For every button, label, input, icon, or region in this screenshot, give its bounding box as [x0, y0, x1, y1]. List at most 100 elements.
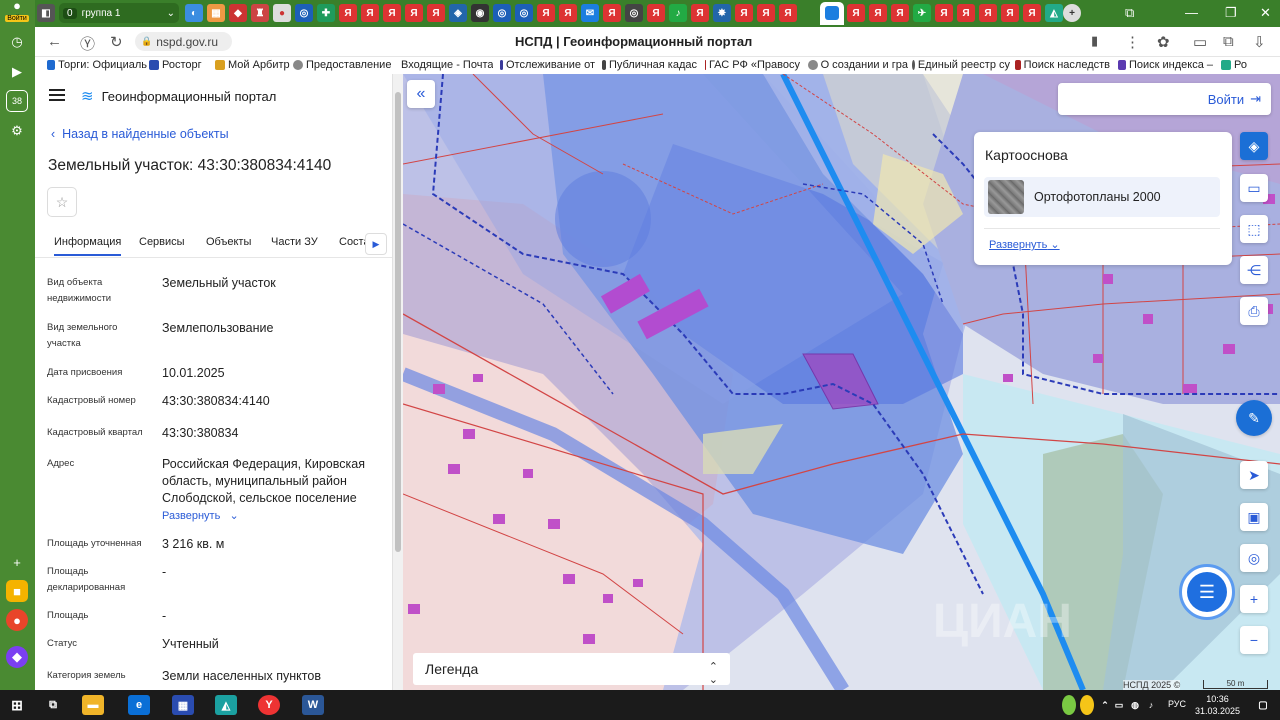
- yandex-icon[interactable]: Ⓨ: [80, 33, 95, 54]
- basemap-expand-link[interactable]: Развернуть ⌄: [989, 238, 1060, 251]
- map-view[interactable]: ЦИАН « Войти ⇥ Картооснова Ортофотопланы…: [403, 74, 1280, 690]
- app-icon-maps[interactable]: ◭: [215, 695, 237, 715]
- tab-icon-22[interactable]: Я: [647, 4, 665, 22]
- scrollbar-thumb[interactable]: [395, 92, 401, 552]
- start-icon[interactable]: ⊞: [6, 695, 28, 715]
- explorer-icon[interactable]: ▬: [82, 695, 104, 715]
- download-icon[interactable]: ⇩: [1253, 33, 1266, 51]
- bookmark-item[interactable]: Росторг: [149, 59, 221, 71]
- tab-icon-29[interactable]: Я: [847, 4, 865, 22]
- app-icon-2[interactable]: ●: [6, 609, 28, 631]
- tab-icon-18[interactable]: Я: [559, 4, 577, 22]
- tab-icon-24[interactable]: Я: [691, 4, 709, 22]
- tab-icon-23[interactable]: ♪: [669, 4, 687, 22]
- panel-scrollbar[interactable]: [392, 74, 403, 690]
- app-icon-1[interactable]: ■: [6, 580, 28, 602]
- tab-icon-26[interactable]: Я: [735, 4, 753, 22]
- tab-icon-37[interactable]: Я: [1023, 4, 1041, 22]
- portal-logo[interactable]: ≋ Геоинформационный портал: [81, 87, 276, 105]
- ruler-icon[interactable]: ▭: [1240, 174, 1268, 202]
- tab-icon-35[interactable]: Я: [979, 4, 997, 22]
- extension-icon-3[interactable]: ⧉: [1223, 33, 1234, 50]
- tab-icon-25[interactable]: ✸: [713, 4, 731, 22]
- tabs-menu-icon[interactable]: ⧉: [1125, 5, 1134, 21]
- bookmark-item[interactable]: Отслеживание от: [500, 59, 595, 71]
- url-field[interactable]: 🔒 nspd.gov.ru: [135, 32, 232, 51]
- tab-icon-5[interactable]: ●: [273, 4, 291, 22]
- zoom-in-button[interactable]: +: [1240, 585, 1268, 613]
- tab-icon-4[interactable]: ♜: [251, 4, 269, 22]
- more-icon[interactable]: ⋮: [1125, 33, 1140, 51]
- reload-icon[interactable]: ↻: [110, 33, 123, 51]
- bookmark-icon[interactable]: ▮: [1091, 33, 1098, 49]
- locate-icon[interactable]: ➤: [1240, 461, 1268, 489]
- maximize-icon[interactable]: ❐: [1225, 5, 1237, 21]
- bookmark-item[interactable]: Поиск индекса –: [1118, 59, 1213, 71]
- bookmark-item[interactable]: Предоставление: [293, 59, 393, 71]
- tab-icon-2[interactable]: ▦: [207, 4, 225, 22]
- layers-icon[interactable]: ◈: [1240, 132, 1268, 160]
- menu-icon[interactable]: [49, 86, 65, 104]
- favorite-star-icon[interactable]: ☆: [47, 187, 77, 217]
- history-icon[interactable]: ◷: [6, 31, 28, 53]
- video-icon[interactable]: ▶: [6, 61, 28, 83]
- app-icon-calc[interactable]: ▦: [172, 695, 194, 715]
- legend-toggle[interactable]: Легенда ⌃ ⌄: [413, 653, 730, 686]
- bookmark-item[interactable]: О создании и гра: [808, 59, 908, 71]
- tab-icon-21[interactable]: ◎: [625, 4, 643, 22]
- tab-icon-32[interactable]: ✈: [913, 4, 931, 22]
- minimize-icon[interactable]: —: [1185, 5, 1198, 20]
- tab-icon-30[interactable]: Я: [869, 4, 887, 22]
- tab-icon-12[interactable]: Я: [427, 4, 445, 22]
- network-icon[interactable]: ▭: [1112, 695, 1126, 715]
- tray-icon-2[interactable]: [1080, 695, 1094, 715]
- basemap-option[interactable]: Ортофотопланы 2000: [984, 177, 1220, 217]
- collapse-panel-button[interactable]: «: [407, 80, 435, 108]
- extension-icon-1[interactable]: ✿: [1157, 33, 1170, 51]
- yandex-browser-icon[interactable]: Y: [258, 695, 280, 715]
- tab-icon-3[interactable]: ◆: [229, 4, 247, 22]
- tab-icon-27[interactable]: Я: [757, 4, 775, 22]
- assistant-icon[interactable]: ✎: [1236, 400, 1272, 436]
- back-link[interactable]: ‹ Назад в найденные объекты: [51, 127, 229, 141]
- settings-icon[interactable]: ⚙: [6, 120, 28, 142]
- chat-button[interactable]: ☰: [1179, 564, 1235, 620]
- tab-icon-8[interactable]: Я: [339, 4, 357, 22]
- bookmark-item[interactable]: ГАС РФ «Правосу: [705, 59, 800, 71]
- tab-icon-33[interactable]: Я: [935, 4, 953, 22]
- share-icon[interactable]: ⋲: [1240, 256, 1268, 284]
- tab-icon-19[interactable]: ✉: [581, 4, 599, 22]
- tab-icon-20[interactable]: Я: [603, 4, 621, 22]
- print-icon[interactable]: ⎙: [1240, 297, 1268, 325]
- bookmark-item[interactable]: Единый реестр су: [912, 59, 1010, 71]
- tab-objects[interactable]: Объекты: [206, 236, 251, 248]
- tab-icon-36[interactable]: Я: [1001, 4, 1019, 22]
- tab-icon-14[interactable]: ◉: [471, 4, 489, 22]
- alice-icon[interactable]: ◆: [6, 646, 28, 668]
- tab-icon-13[interactable]: ◈: [449, 4, 467, 22]
- tab-icon-31[interactable]: Я: [891, 4, 909, 22]
- minimap-icon[interactable]: ▣: [1240, 503, 1268, 531]
- clock[interactable]: 10:36 31.03.2025: [1195, 693, 1240, 717]
- word-icon[interactable]: W: [302, 695, 324, 715]
- bookmark-item[interactable]: Мой Арбитр: [215, 59, 293, 71]
- chevron-up-icon[interactable]: ⌃: [1098, 695, 1112, 715]
- tab-icon-9[interactable]: Я: [361, 4, 379, 22]
- tab-icon-0[interactable]: ◧: [37, 4, 55, 22]
- active-tab[interactable]: [820, 2, 844, 25]
- tab-parts[interactable]: Части ЗУ: [271, 236, 318, 248]
- tab-icon-7[interactable]: ✚: [317, 4, 335, 22]
- extension-icon-2[interactable]: ▭: [1193, 33, 1207, 51]
- tab-icon-28[interactable]: Я: [779, 4, 797, 22]
- tab-services[interactable]: Сервисы: [139, 236, 185, 248]
- tab-icon-1[interactable]: ◐: [185, 4, 203, 22]
- tab-icon-34[interactable]: Я: [957, 4, 975, 22]
- profile-login[interactable]: ● Войти: [2, 0, 32, 24]
- tab-icon-38[interactable]: ◭: [1045, 4, 1063, 22]
- notifications-icon[interactable]: ▢: [1256, 695, 1270, 715]
- tab-icon-15[interactable]: ◎: [493, 4, 511, 22]
- tab-information[interactable]: Информация: [54, 236, 122, 256]
- back-icon[interactable]: ←: [47, 33, 62, 50]
- edge-icon[interactable]: e: [128, 695, 150, 715]
- bookmark-item[interactable]: Ро: [1221, 59, 1271, 71]
